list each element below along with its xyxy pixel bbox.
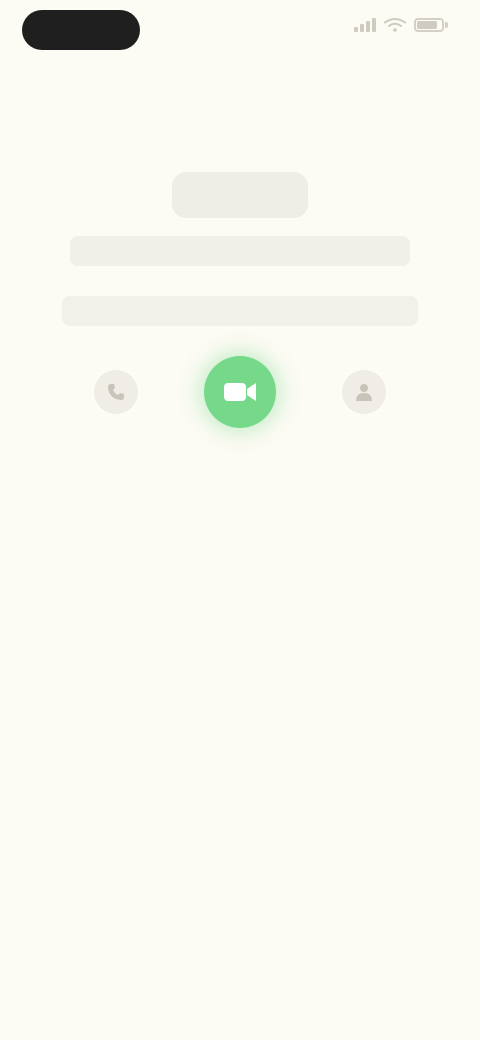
page-title — [172, 172, 308, 218]
left-action-button[interactable] — [66, 350, 166, 434]
info-text — [62, 296, 418, 326]
phone-icon — [94, 370, 138, 414]
right-action-button[interactable] — [314, 350, 414, 434]
battery-icon — [414, 18, 448, 32]
wifi-icon — [384, 18, 406, 32]
person-icon — [342, 370, 386, 414]
video-icon — [204, 356, 276, 428]
top-right-button[interactable] — [440, 68, 460, 80]
app-screen — [0, 0, 480, 1040]
status-indicators — [354, 18, 448, 32]
signal-icon — [354, 18, 376, 32]
battery-level — [417, 21, 438, 29]
page-subtitle — [70, 236, 410, 266]
center-action-button[interactable] — [190, 350, 290, 442]
action-row — [0, 350, 480, 470]
status-time-pill — [22, 10, 140, 50]
